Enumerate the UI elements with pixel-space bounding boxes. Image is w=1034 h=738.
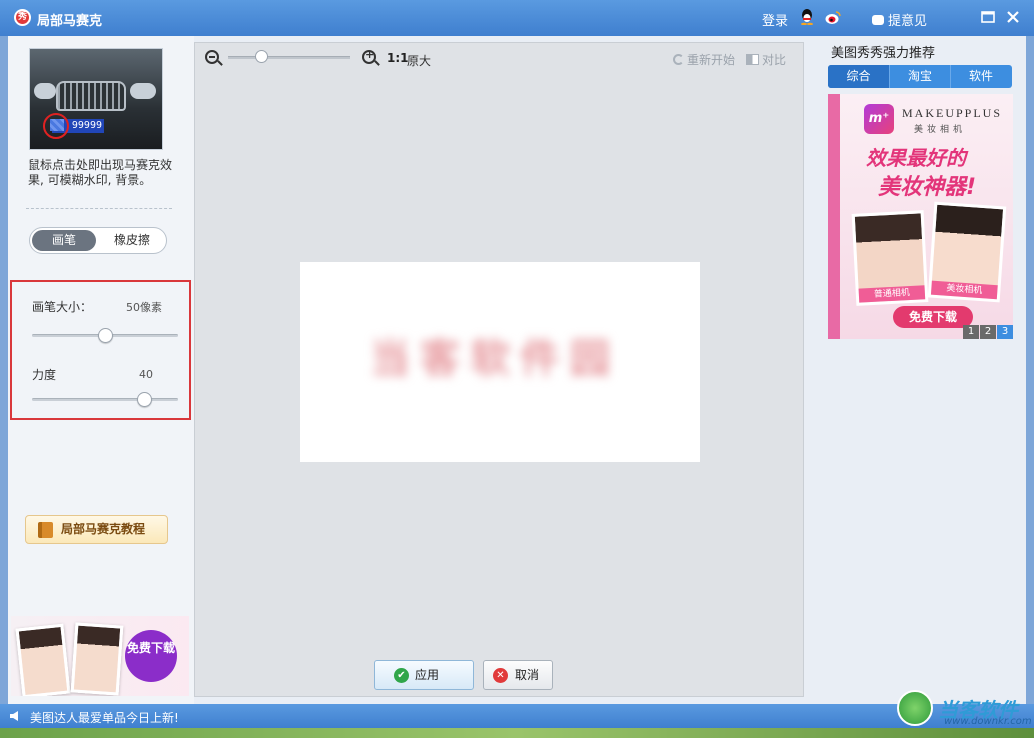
- compare-icon: [746, 54, 759, 65]
- recommend-title: 美图秀秀强力推荐: [831, 46, 936, 61]
- maximize-button[interactable]: [980, 9, 996, 25]
- car-headlamp: [130, 83, 156, 99]
- mode-toggle: 画笔 橡皮擦: [29, 227, 167, 254]
- ad-pager: 1 2 3: [962, 325, 1013, 339]
- ad-download-button[interactable]: 免费下载: [893, 306, 973, 328]
- tab-software[interactable]: 软件: [950, 65, 1011, 88]
- check-icon: ✔: [394, 668, 409, 683]
- tab-general[interactable]: 综合: [828, 65, 889, 88]
- close-icon: ✕: [493, 668, 508, 683]
- brush-mode-button[interactable]: 画笔: [32, 230, 96, 251]
- ad-brand: MAKEUPPLUS: [902, 106, 1003, 120]
- pager-page-2[interactable]: 2: [980, 325, 996, 339]
- status-message[interactable]: 美图达人最爱单品今日上新!: [30, 709, 179, 726]
- car-headlamp: [34, 83, 56, 99]
- zoom-in-icon[interactable]: [362, 48, 376, 64]
- chat-bubble-icon: [872, 15, 884, 25]
- cancel-button[interactable]: ✕ 取消: [483, 660, 553, 690]
- window-title: 局部马赛克: [37, 14, 103, 29]
- book-icon: [38, 522, 53, 538]
- ad-photo: [15, 623, 71, 696]
- strength-label: 力度: [32, 368, 57, 382]
- ad-photo: [70, 622, 124, 696]
- cancel-label: 取消: [515, 668, 540, 682]
- ad-side-strip: [828, 94, 840, 339]
- tab-taobao[interactable]: 淘宝: [889, 65, 950, 88]
- tutorial-button-label: 局部马赛克教程: [61, 522, 146, 536]
- edited-image[interactable]: 当客软件园: [300, 262, 700, 462]
- ad-photo-label: 普通相机: [858, 285, 926, 303]
- apply-button[interactable]: ✔ 应用: [374, 660, 474, 690]
- zoom-slider-thumb[interactable]: [255, 50, 269, 63]
- main-window: 99999 鼠标点击处即出现马赛克效果, 可模糊水印, 背景。 画笔 橡皮擦 画…: [8, 36, 1026, 704]
- brush-size-value: 50像素: [126, 301, 162, 314]
- canvas-toolbar: 1:1 原大 重新开始 对比: [195, 43, 803, 73]
- brush-size-slider-thumb[interactable]: [97, 328, 113, 343]
- watermark-url: www.downkr.com: [944, 716, 1032, 727]
- status-bar: 美图达人最爱单品今日上新! 当客软件园 www.downkr.com: [0, 690, 1034, 738]
- mosaic-blurred-text: 当客软件园: [370, 336, 620, 382]
- strength-slider-thumb[interactable]: [136, 392, 152, 407]
- qq-icon[interactable]: [800, 9, 814, 25]
- right-panel: 美图秀秀强力推荐 综合 淘宝 软件 m⁺ MAKEUPPLUS 美妆相机 效果最…: [814, 36, 1026, 704]
- divider: [26, 208, 172, 209]
- actual-size-button[interactable]: 1:1: [387, 51, 409, 65]
- car-grille: [56, 81, 126, 111]
- speaker-icon: [10, 711, 18, 721]
- undo-icon: [673, 54, 684, 65]
- recommend-tabs: 综合 淘宝 软件: [828, 65, 1012, 88]
- ad-photo-makeup: 美妆相机: [927, 201, 1007, 303]
- tutorial-button[interactable]: 局部马赛克教程: [25, 515, 168, 544]
- left-panel: 99999 鼠标点击处即出现马赛克效果, 可模糊水印, 背景。 画笔 橡皮擦 画…: [8, 36, 194, 704]
- zoom-slider[interactable]: [228, 56, 350, 59]
- left-ad-banner[interactable]: 免费下载: [11, 616, 189, 696]
- strength-slider[interactable]: [32, 398, 178, 401]
- feedback-link[interactable]: 提意见: [872, 10, 927, 29]
- makeupplus-logo-icon: m⁺: [864, 104, 894, 134]
- ad-slogan-line1: 效果最好的: [866, 146, 966, 170]
- example-preview-image: 99999: [29, 48, 163, 150]
- pager-page-1[interactable]: 1: [963, 325, 979, 339]
- title-bar: 秀 局部马赛克 登录 提意见: [0, 0, 1034, 36]
- ad-photo-label: 美妆相机: [930, 280, 998, 300]
- desktop-background-strip: [0, 728, 1034, 738]
- watermark-logo-icon: [897, 690, 933, 726]
- close-button[interactable]: [1005, 9, 1021, 25]
- strength-value: 40: [139, 368, 153, 381]
- weibo-icon[interactable]: [825, 10, 841, 25]
- login-link[interactable]: 登录: [762, 10, 788, 29]
- feedback-label: 提意见: [888, 14, 928, 29]
- canvas-panel: 1:1 原大 重新开始 对比 当客软件园 ✔ 应用 ✕ 取消: [194, 42, 804, 697]
- restart-button[interactable]: 重新开始: [673, 51, 735, 68]
- ad-download-badge[interactable]: 免费下载: [125, 630, 177, 682]
- eraser-mode-button[interactable]: 橡皮擦: [100, 230, 164, 251]
- brush-settings-box: 画笔大小： 50像素 力度 40: [10, 280, 191, 420]
- ad-photo-normal: 普通相机: [851, 210, 929, 306]
- instruction-text: 鼠标点击处即出现马赛克效果, 可模糊水印, 背景。: [28, 158, 173, 187]
- pager-page-3[interactable]: 3: [997, 325, 1013, 339]
- right-ad-banner[interactable]: m⁺ MAKEUPPLUS 美妆相机 效果最好的 美妆神器! 普通相机 美妆相机…: [828, 94, 1013, 339]
- compare-button[interactable]: 对比: [746, 51, 786, 68]
- ad-slogan-line2: 美妆神器!: [878, 175, 977, 200]
- zoom-out-icon[interactable]: [205, 50, 219, 64]
- brush-size-label: 画笔大小：: [32, 300, 93, 314]
- original-size-label[interactable]: 原大: [407, 52, 431, 69]
- restart-label: 重新开始: [687, 53, 736, 67]
- apply-label: 应用: [415, 668, 440, 682]
- ad-brand-sub: 美妆相机: [914, 125, 967, 135]
- highlight-circle: [43, 113, 69, 139]
- app-logo-icon: 秀: [14, 9, 31, 26]
- compare-label: 对比: [762, 53, 787, 67]
